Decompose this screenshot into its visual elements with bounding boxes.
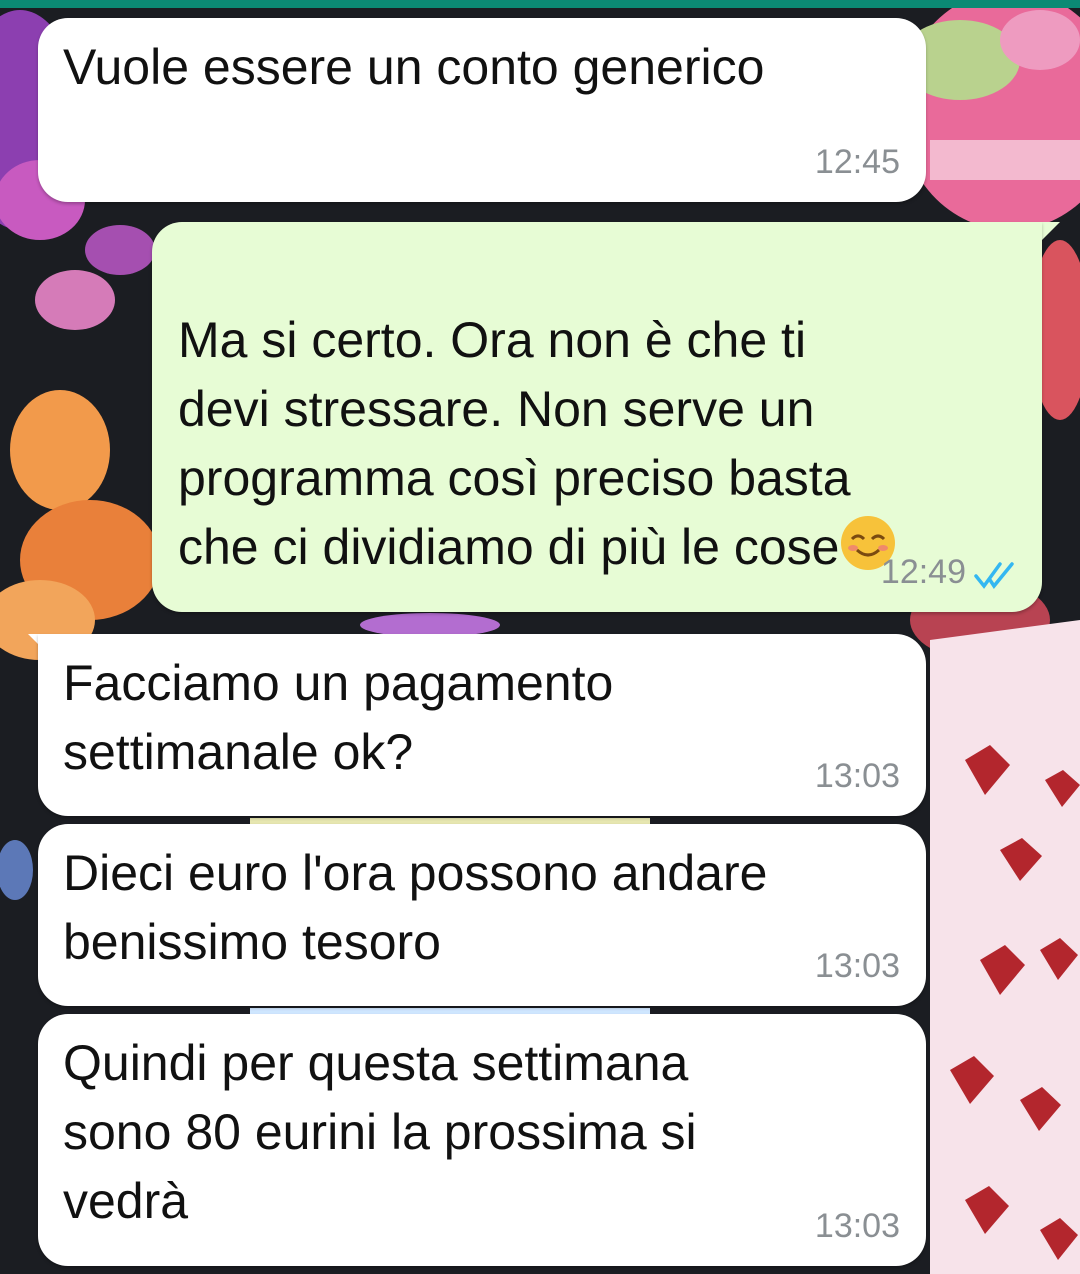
message-timestamp: 13:03 <box>814 1207 900 1245</box>
message-bubble-incoming[interactable]: Vuole essere un conto generico 12:45 <box>38 18 926 202</box>
message-bubble-incoming[interactable]: Dieci euro l'ora possono andare benissim… <box>38 824 926 1006</box>
message-timestamp: 13:03 <box>814 947 900 985</box>
message-text: Facciamo un pagamento settimanale ok? <box>63 655 614 780</box>
message-timestamp: 13:03 <box>814 757 900 795</box>
message-timestamp: 12:49 <box>880 553 966 591</box>
app-header-strip <box>0 0 1080 8</box>
message-bubble-outgoing[interactable]: Ma si certo. Ora non è che ti devi stres… <box>152 222 1042 612</box>
message-text: Quindi per questa settimana sono 80 euri… <box>63 1035 697 1229</box>
message-text: Ma si certo. Ora non è che ti devi stres… <box>178 312 851 575</box>
message-bubble-incoming[interactable]: Quindi per questa settimana sono 80 euri… <box>38 1014 926 1266</box>
message-text: Vuole essere un conto generico <box>63 39 765 95</box>
message-text: Dieci euro l'ora possono andare benissim… <box>63 845 768 970</box>
message-bubble-incoming[interactable]: Facciamo un pagamento settimanale ok? 13… <box>38 634 926 816</box>
read-receipt-icon <box>974 562 1014 589</box>
message-timestamp: 12:45 <box>814 143 900 181</box>
